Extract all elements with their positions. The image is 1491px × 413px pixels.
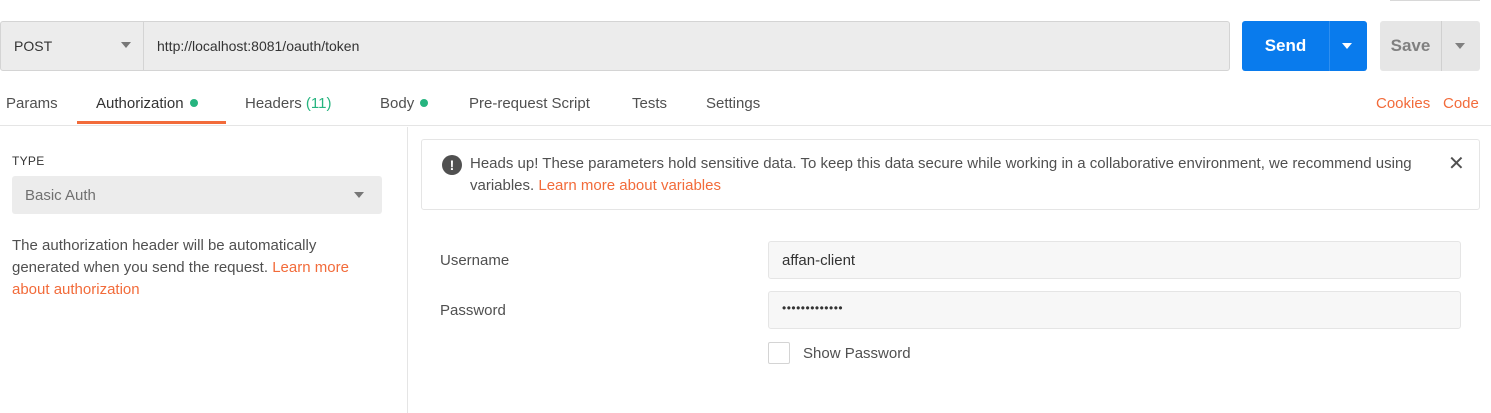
- send-button[interactable]: Send: [1242, 21, 1367, 71]
- tab-label: Tests: [632, 95, 668, 112]
- method-select[interactable]: POST: [0, 21, 144, 71]
- save-options-chevron-icon[interactable]: [1455, 43, 1465, 49]
- save-label: Save: [1390, 36, 1431, 55]
- save-button[interactable]: Save: [1380, 21, 1480, 71]
- method-value: POST: [14, 38, 53, 54]
- tab-tests[interactable]: Tests: [632, 95, 667, 112]
- type-label: TYPE: [12, 154, 45, 168]
- send-options-chevron-icon[interactable]: [1342, 43, 1352, 49]
- password-value: •••••••••••••: [782, 301, 844, 315]
- password-label: Password: [440, 302, 506, 319]
- tab-pre-request-script[interactable]: Pre-request Script: [469, 95, 590, 112]
- url-input[interactable]: http://localhost:8081/oauth/token: [143, 21, 1230, 71]
- show-password-label[interactable]: Show Password: [803, 345, 911, 362]
- cookies-link[interactable]: Cookies: [1376, 95, 1430, 112]
- auth-description-text: The authorization header will be automat…: [12, 237, 317, 276]
- notice-message: Heads up! These parameters hold sensitiv…: [470, 153, 1440, 197]
- learn-more-variables-link[interactable]: Learn more about variables: [538, 177, 721, 194]
- tab-label: Headers: [245, 95, 302, 112]
- auth-type-select[interactable]: Basic Auth: [12, 176, 382, 214]
- username-field[interactable]: affan-client: [768, 241, 1461, 279]
- save-divider: [1441, 21, 1442, 71]
- auth-description: The authorization header will be automat…: [12, 235, 387, 301]
- tab-headers[interactable]: Headers (11): [245, 95, 331, 112]
- auth-type-value: Basic Auth: [25, 187, 96, 204]
- tab-settings[interactable]: Settings: [706, 95, 760, 112]
- send-label: Send: [1264, 36, 1307, 55]
- exclamation-icon: !: [442, 155, 462, 175]
- chevron-down-icon: [121, 42, 131, 48]
- tab-params[interactable]: Params: [6, 95, 58, 112]
- url-value: http://localhost:8081/oauth/token: [157, 38, 360, 54]
- tab-authorization[interactable]: Authorization: [96, 95, 198, 112]
- sensitive-data-notice: ! Heads up! These parameters hold sensit…: [421, 139, 1480, 210]
- status-dot-icon: [420, 99, 429, 107]
- active-tab-indicator: [77, 121, 226, 124]
- request-bar: POST http://localhost:8081/oauth/token S…: [0, 0, 1491, 80]
- close-icon[interactable]: ✕: [1448, 153, 1465, 175]
- tab-label: Pre-request Script: [469, 95, 590, 112]
- tab-label: Body: [380, 95, 415, 112]
- auth-type-panel: TYPE Basic Auth The authorization header…: [0, 127, 408, 413]
- tab-body[interactable]: Body: [380, 95, 429, 112]
- send-divider: [1329, 21, 1330, 71]
- request-tabs: Params Authorization Headers (11) Body P…: [0, 84, 1491, 126]
- username-label: Username: [440, 252, 510, 269]
- tab-label: Params: [6, 95, 58, 112]
- username-value: affan-client: [782, 252, 856, 269]
- status-dot-icon: [189, 99, 198, 107]
- show-password-checkbox[interactable]: [768, 342, 790, 364]
- headers-count: (11): [305, 95, 332, 112]
- password-field[interactable]: •••••••••••••: [768, 291, 1461, 329]
- chevron-down-icon: [354, 192, 364, 198]
- tab-label: Settings: [706, 95, 761, 112]
- tab-label: Authorization: [96, 95, 184, 112]
- code-link[interactable]: Code: [1443, 95, 1479, 112]
- divider: [1390, 0, 1480, 1]
